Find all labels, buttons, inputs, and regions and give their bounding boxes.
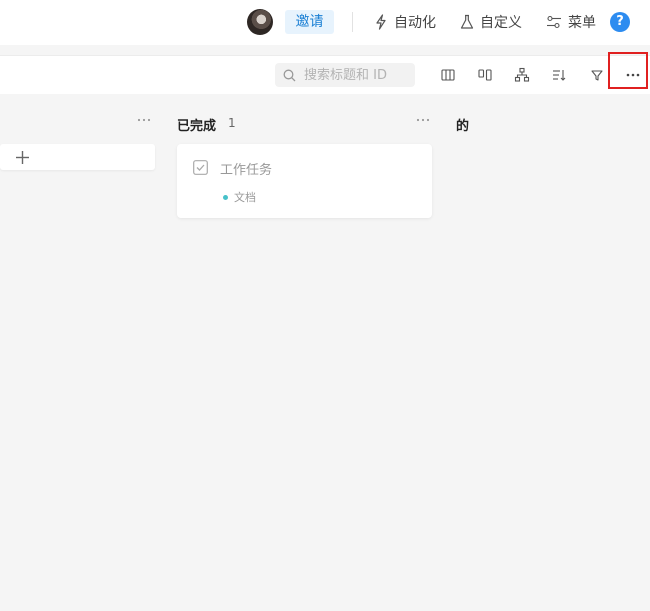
flask-icon [460, 14, 474, 29]
search-box[interactable] [275, 63, 415, 87]
tag-label: 文档 [234, 191, 256, 204]
automation-label: 自动化 [394, 15, 436, 31]
task-tag[interactable]: 文档 [223, 189, 256, 205]
customize-button[interactable]: 自定义 [460, 11, 522, 33]
invite-button[interactable]: 邀请 [285, 10, 334, 34]
checkbox-icon[interactable] [193, 160, 208, 175]
column-more-icon[interactable] [136, 116, 152, 124]
sort-icon[interactable] [551, 67, 567, 83]
column-more-icon[interactable] [415, 116, 431, 124]
menu-label: 菜单 [568, 15, 596, 31]
customize-label: 自定义 [480, 15, 522, 31]
board-columns-icon[interactable] [440, 67, 456, 83]
hierarchy-icon[interactable] [514, 67, 530, 83]
search-icon [283, 69, 296, 81]
task-card[interactable]: 工作任务 文档 [177, 144, 432, 218]
filter-icon[interactable] [589, 67, 605, 83]
header-divider [352, 12, 353, 32]
highlight-box [608, 52, 648, 89]
tag-dot [223, 194, 228, 200]
automation-button[interactable]: 自动化 [374, 11, 436, 33]
view-toolbar [0, 55, 650, 94]
add-card-button[interactable] [0, 144, 155, 170]
column-count: 1 [228, 116, 236, 130]
avatar[interactable] [247, 9, 273, 35]
sliders-icon [547, 15, 561, 29]
help-icon[interactable]: ? [610, 12, 630, 32]
menu-button[interactable]: 菜单 [546, 11, 596, 33]
top-bar: 邀请 自动化 自定义 菜单 ? [0, 0, 650, 45]
plus-icon [16, 151, 29, 164]
column-title: 的 [456, 119, 470, 134]
task-title: 工作任务 [220, 163, 273, 178]
swimlane-icon[interactable] [477, 67, 493, 83]
lightning-icon [376, 14, 386, 30]
column-title: 已完成 [177, 119, 217, 134]
search-input[interactable] [302, 66, 411, 84]
